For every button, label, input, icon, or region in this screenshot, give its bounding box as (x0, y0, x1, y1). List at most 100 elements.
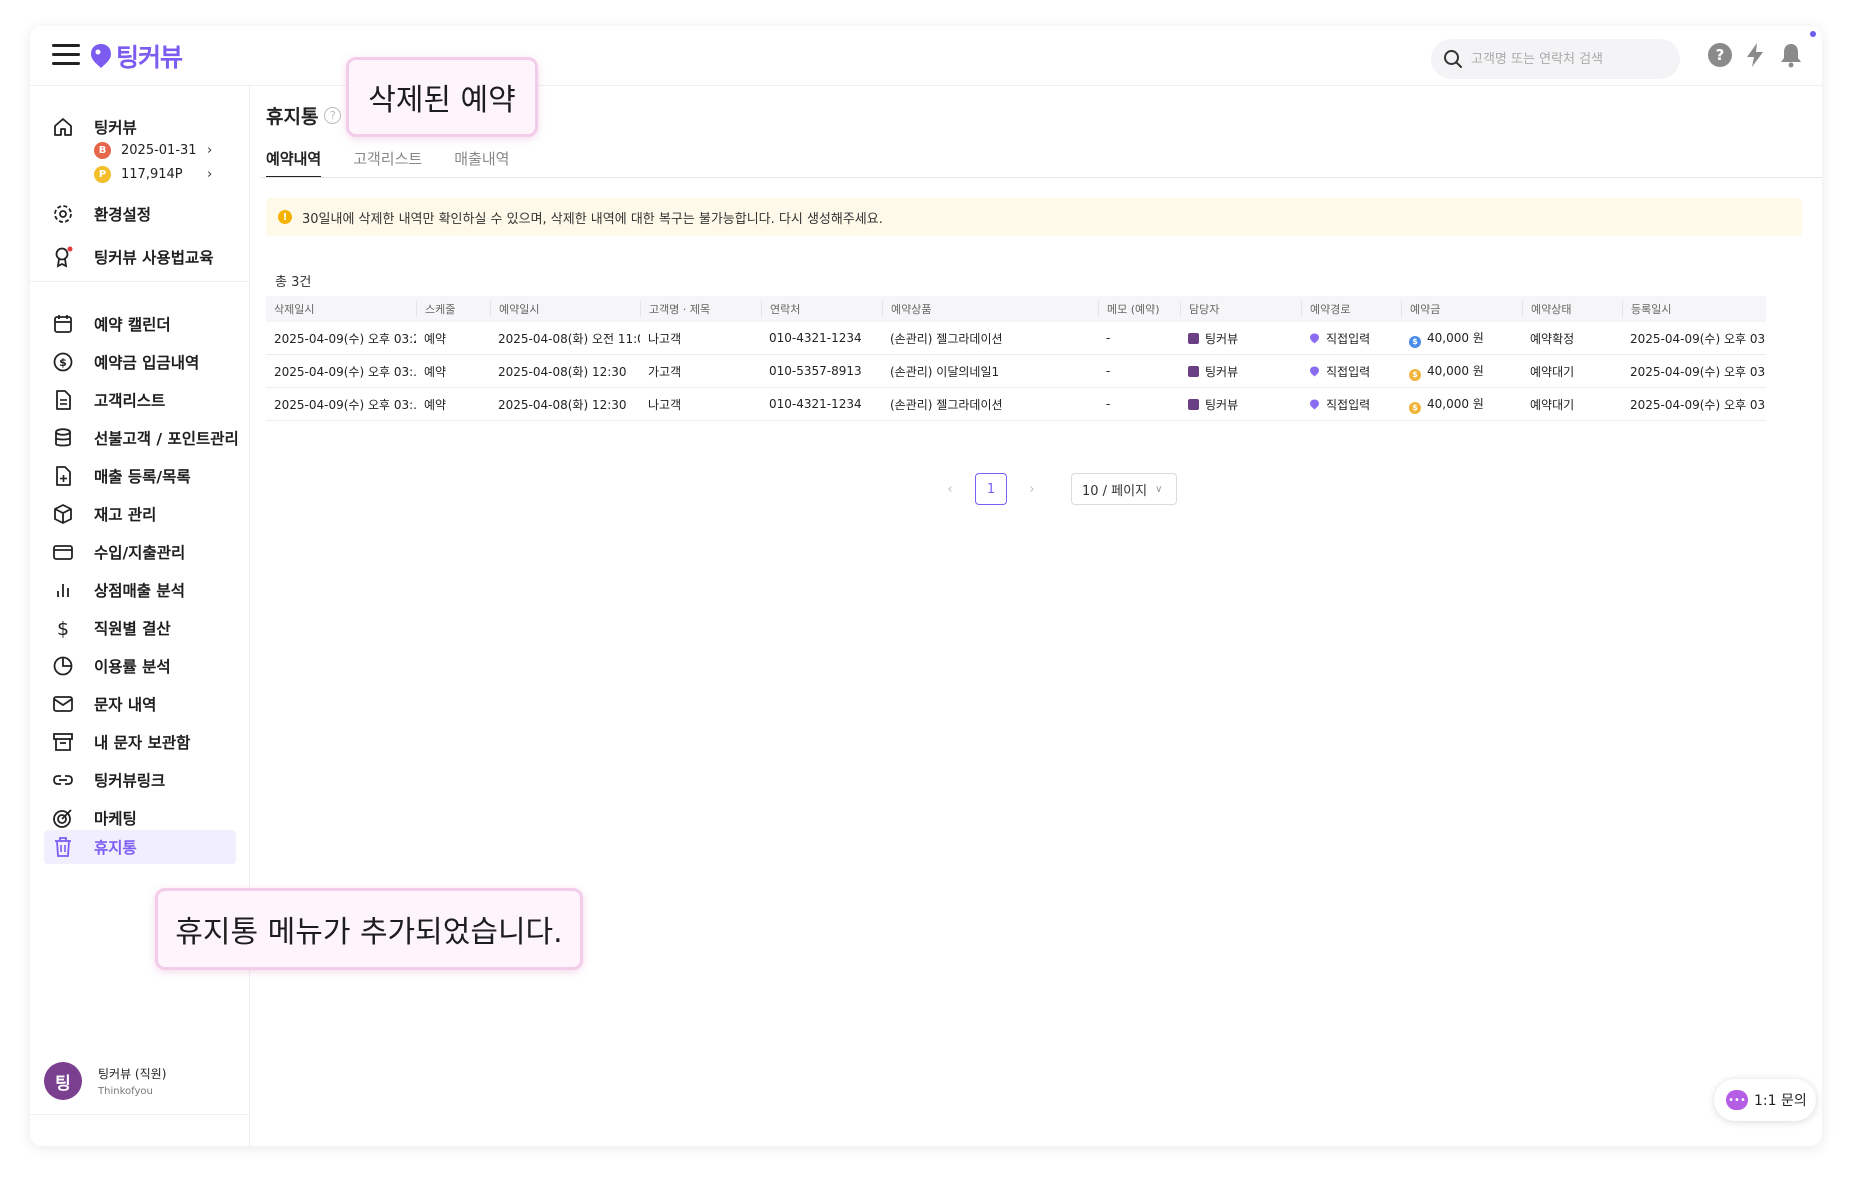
column-header[interactable]: 삭제일시 (266, 301, 416, 317)
top-bar: 팅커뷰 ? (30, 26, 1822, 86)
home-icon (54, 118, 72, 136)
sidebar-item-label: 내 문자 보관함 (94, 734, 191, 752)
cell-status: 예약확정 (1530, 331, 1575, 346)
sidebar-item-inventory[interactable]: 재고 관리 (44, 497, 236, 531)
sidebar-item-prepaid[interactable]: 선불고객 / 포인트관리 (44, 421, 239, 455)
sidebar-date-row[interactable]: B 2025-01-31 › (94, 139, 212, 161)
sidebar-item-label: 이용률 분석 (94, 658, 171, 676)
callout-trash-menu-added: 휴지통 메뉴가 추가되었습니다. (155, 888, 583, 970)
cell-phone: 010-5357-8913 (769, 364, 862, 378)
column-header[interactable]: 연락처 (761, 301, 882, 317)
tab-sales[interactable]: 매출내역 (454, 148, 509, 178)
user-org: Thinkofyou (98, 1086, 153, 1097)
page-title: 휴지통 ? (266, 102, 342, 129)
cell-phone: 010-4321-1234 (769, 397, 862, 411)
sidebar-item-deposit[interactable]: $ 예약금 입금내역 (44, 345, 236, 379)
column-header[interactable]: 스케줄 (416, 301, 490, 317)
column-header[interactable]: 담당자 (1180, 301, 1301, 317)
cell-registered-at: 2025-04-09(수) 오후 03:... (1630, 397, 1766, 412)
sidebar-item-usage-analysis[interactable]: 이용률 분석 (44, 649, 236, 683)
search-input[interactable] (1471, 51, 1661, 67)
sidebar-item-sms-history[interactable]: 문자 내역 (44, 687, 236, 721)
sidebar-item-trash[interactable]: 휴지통 (44, 830, 236, 864)
sidebar-item-income-expense[interactable]: 수입/지출관리 (44, 535, 236, 569)
page-size-select[interactable]: 10 / 페이지 ∨ (1071, 473, 1177, 505)
column-header[interactable]: 예약경로 (1301, 301, 1401, 317)
tab-customers[interactable]: 고객리스트 (353, 148, 422, 178)
chat-bubble-icon: ••• (1726, 1090, 1748, 1110)
sidebar-item-label: 환경설정 (94, 206, 152, 224)
cell-registered-at: 2025-04-09(수) 오후 03:17 (1630, 331, 1766, 346)
column-header[interactable]: 등록일시 (1622, 301, 1766, 317)
sidebar-item-label: 예약 캘린더 (94, 316, 171, 334)
prev-page-button[interactable]: ‹ (935, 482, 965, 497)
column-header[interactable]: 예약상품 (882, 301, 1098, 317)
sidebar-point-row[interactable]: P 117,914P › (94, 163, 212, 185)
help-icon[interactable]: ? (1707, 42, 1733, 68)
cell-channel: 직접입력 (1301, 330, 1401, 347)
logo-mark-icon (91, 44, 111, 68)
link-icon (53, 775, 73, 785)
cell-deleted-at: 2025-04-09(수) 오후 03:... (274, 364, 416, 379)
tab-reservations[interactable]: 예약내역 (266, 148, 322, 178)
deposit-pending-icon: $ (1409, 368, 1421, 381)
cell-product: (손관리) 젤그라데이션 (890, 397, 1003, 412)
sidebar-item-label: 매출 등록/목록 (94, 468, 191, 486)
sidebar-item-tutorial[interactable]: 팅커뷰 사용법교육 (44, 240, 236, 274)
sidebar-item-customers[interactable]: 고객리스트 (44, 383, 236, 417)
menu-icon[interactable] (52, 44, 80, 66)
column-header[interactable]: 예약상태 (1522, 301, 1622, 317)
column-header[interactable]: 고객명 · 제목 (640, 301, 761, 317)
sidebar-divider (30, 1114, 250, 1115)
cell-memo: - (1106, 397, 1111, 411)
sidebar-item-label: 재고 관리 (94, 506, 157, 524)
logo[interactable]: 팅커뷰 (90, 38, 183, 74)
cell-registered-at: 2025-04-09(수) 오후 03:... (1630, 364, 1766, 379)
svg-text:$: $ (59, 356, 67, 369)
sidebar-item-calendar[interactable]: 예약 캘린더 (44, 307, 236, 341)
sidebar-item-label: 선불고객 / 포인트관리 (94, 430, 239, 448)
cell-memo: - (1106, 331, 1111, 345)
cell-reserved-at: 2025-04-08(화) 12:30 (498, 397, 627, 412)
avatar: 팅 (44, 1062, 82, 1100)
cell-schedule: 예약 (424, 331, 447, 346)
user-profile[interactable]: 팅 팅커뷰 (직원) Thinkofyou (44, 1062, 166, 1100)
logo-text: 팅커뷰 (116, 43, 183, 72)
award-icon (55, 246, 73, 268)
next-page-button[interactable]: › (1017, 482, 1047, 497)
sidebar-item-settings[interactable]: 환경설정 (44, 197, 236, 231)
inquiry-chat-button[interactable]: ••• 1:1 문의 (1714, 1079, 1816, 1121)
staff-color-icon (1188, 365, 1199, 377)
search-box[interactable] (1431, 39, 1680, 79)
cell-deleted-at: 2025-04-09(수) 오후 03:21 (274, 331, 416, 346)
cell-phone: 010-4321-1234 (769, 331, 862, 345)
sidebar: 팅커뷰 B 2025-01-31 › P 117,914P › 환경설정 팅커뷰… (30, 86, 250, 1146)
sidebar-item-sms-archive[interactable]: 내 문자 보관함 (44, 725, 236, 759)
column-header[interactable]: 메모 (예약) (1098, 301, 1180, 317)
chevron-down-icon: ∨ (1155, 483, 1163, 495)
column-header[interactable]: 예약금 (1401, 301, 1522, 317)
sidebar-item-store-analysis[interactable]: 상점매출 분석 (44, 573, 236, 607)
sidebar-item-label: 수입/지출관리 (94, 544, 186, 562)
pin-icon (1310, 333, 1319, 343)
table-row[interactable]: 2025-04-09(수) 오후 03:... 예약 2025-04-08(화)… (266, 355, 1766, 388)
svg-text:?: ? (1716, 46, 1725, 64)
lightning-icon[interactable] (1742, 42, 1768, 68)
sidebar-divider (30, 281, 250, 282)
cell-status: 예약대기 (1530, 364, 1575, 379)
table-row[interactable]: 2025-04-09(수) 오후 03:21 예약 2025-04-08(화) … (266, 322, 1766, 355)
table-row[interactable]: 2025-04-09(수) 오후 03:... 예약 2025-04-08(화)… (266, 388, 1766, 421)
svg-text:$: $ (57, 618, 69, 639)
sidebar-item-label: 마케팅 (94, 810, 137, 828)
sidebar-item-label: 팅커뷰 (94, 119, 137, 137)
sidebar-item-link[interactable]: 팅커뷰링크 (44, 763, 236, 797)
cell-channel: 직접입력 (1301, 363, 1401, 380)
target-icon (53, 809, 72, 828)
sidebar-item-sales[interactable]: 매출 등록/목록 (44, 459, 236, 493)
help-circle-icon[interactable]: ? (324, 107, 342, 124)
staff-color-icon (1188, 398, 1199, 410)
bell-icon[interactable] (1778, 42, 1804, 68)
column-header[interactable]: 예약일시 (490, 301, 640, 317)
page-number-button[interactable]: 1 (975, 473, 1007, 505)
sidebar-item-staff-settlement[interactable]: $ 직원별 결산 (44, 611, 236, 645)
